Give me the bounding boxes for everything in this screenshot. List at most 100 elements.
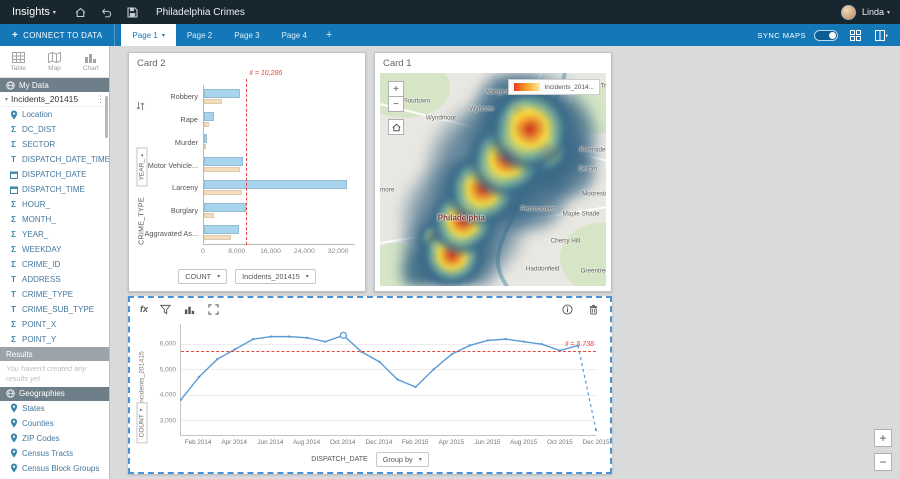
bar-row-murder[interactable] [204,130,355,153]
data-point[interactable] [450,353,453,356]
avatar[interactable] [840,4,856,20]
map-legend[interactable]: Incidents_2014... [508,79,600,95]
field-item-weekday[interactable]: Σ WEEKDAY [0,242,109,257]
data-point[interactable] [378,360,381,364]
line-chart-card[interactable]: fx Incidents_201415 COUNT ▾ 3,000 4,000 … [128,296,612,474]
field-item-dispatch-time[interactable]: DISPATCH_TIME [0,182,109,197]
dataset-item[interactable]: ▾ Incidents_201415 ⋮ [0,92,109,107]
bar-plot-area[interactable]: x̄ = 10,286 [203,70,355,245]
field-item-point-y[interactable]: Σ POINT_Y [0,332,109,347]
add-page-button[interactable]: + [318,24,340,46]
data-point[interactable] [522,340,526,343]
field-item-year[interactable]: Σ YEAR_ [0,227,109,242]
bar-row-larceny[interactable] [204,176,355,199]
sidebar-scrollbar[interactable] [105,96,108,138]
bar-series-2014[interactable] [204,179,347,189]
data-point[interactable] [306,336,309,340]
chart-button[interactable]: Chart [73,46,109,77]
count-dropdown[interactable]: COUNT ▾ [136,402,148,444]
chart-type-button[interactable] [182,302,196,316]
field-item-location[interactable]: Location [0,107,109,122]
field-item-dispatch-date[interactable]: DISPATCH_DATE [0,167,109,182]
field-item-hour[interactable]: Σ HOUR_ [0,197,109,212]
bar-series-2014[interactable] [204,134,207,144]
bar-row-rape[interactable] [204,108,355,131]
layout-view-button[interactable] [872,27,890,43]
bar-row-burglary[interactable] [204,199,355,222]
save-button[interactable] [120,0,146,24]
info-button[interactable] [560,302,574,316]
field-item-point-x[interactable]: Σ POINT_X [0,317,109,332]
map-card[interactable]: Card 1 + − Incidents_2014... FlourtownW [374,52,612,292]
sync-maps-toggle[interactable] [814,29,838,41]
subgroup-field-chip[interactable]: YEAR_ ▸ [136,147,148,187]
results-header[interactable]: Results [0,347,109,361]
line-plot-area[interactable]: x̄ = 5,738 [179,324,598,436]
bar-series-2014[interactable] [204,89,241,98]
data-point[interactable] [432,368,435,371]
tab-page-1[interactable]: Page 1 ▾ [121,24,176,46]
bar-series-2015[interactable] [204,212,215,218]
field-item-dispatch-date-time[interactable]: T DISPATCH_DATE_TIME [0,152,109,167]
geography-item-census-block-groups[interactable]: Census Block Groups [0,461,109,476]
bar-series-2015[interactable] [204,99,222,104]
geography-item-census-tracts[interactable]: Census Tracts [0,446,109,461]
geography-item-counties[interactable]: Counties [0,416,109,431]
data-point[interactable] [468,344,471,347]
map-zoom-in-button[interactable]: + [388,81,404,97]
highlighted-data-point[interactable] [339,331,348,340]
undo-button[interactable] [94,0,120,24]
my-data-header[interactable]: My Data [0,78,109,92]
user-menu[interactable]: Linda ▾ [862,7,890,17]
bar-row-robbery[interactable] [204,85,355,108]
bar-row-aggravated-as[interactable] [204,221,355,244]
map-button[interactable]: Map [36,46,72,77]
delete-button[interactable] [586,302,600,316]
function-button[interactable]: fx [140,304,148,314]
geography-item-zip-codes[interactable]: ZIP Codes [0,431,109,446]
data-point[interactable] [396,378,399,381]
count-dropdown[interactable]: COUNT ▾ [178,269,228,284]
bar-series-2014[interactable] [204,225,239,235]
data-point[interactable] [324,340,327,343]
bar-series-2014[interactable] [204,202,246,212]
expand-button[interactable] [206,302,220,316]
data-point[interactable] [288,335,291,338]
kebab-menu-icon[interactable]: ⋮ [96,94,105,105]
field-item-dc-dist[interactable]: Σ DC_DIST [0,122,109,137]
tab-page-3[interactable]: Page 3 [223,24,270,46]
data-point[interactable] [270,335,273,338]
app-menu[interactable]: Insights ▾ [0,0,68,24]
field-item-crime-type[interactable]: T CRIME_TYPE [0,287,109,302]
map-zoom-out-button[interactable]: − [388,96,404,112]
connect-to-data-button[interactable]: + CONNECT TO DATA [0,24,116,46]
geographies-header[interactable]: Geographies [0,386,109,401]
field-item-address[interactable]: T ADDRESS [0,272,109,287]
data-point[interactable] [414,385,417,389]
data-point[interactable] [215,358,219,361]
data-point[interactable] [486,339,489,342]
table-button[interactable]: Table [0,46,36,77]
home-button[interactable] [68,0,94,24]
bar-series-2014[interactable] [204,157,243,167]
workbook-canvas[interactable]: Card 2 YEAR_ ▸ CRIME_TYPE Robbery Rape Mur… [110,46,900,479]
bar-chart[interactable]: YEAR_ ▸ CRIME_TYPE Robbery Rape Murder Moto… [135,70,355,245]
map-home-button[interactable] [388,119,404,135]
data-point[interactable] [197,375,201,379]
tab-page-4[interactable]: Page 4 [271,24,318,46]
field-item-crime-sub-type[interactable]: T CRIME_SUB_TYPE [0,302,109,317]
bar-series-2015[interactable] [204,189,242,195]
data-point[interactable] [179,398,183,401]
bar-series-2015[interactable] [204,235,232,241]
swap-axes-icon[interactable] [136,101,145,111]
geography-item-states[interactable]: States [0,401,109,416]
bar-row-motor-vehicle[interactable] [204,153,355,176]
grid-view-button[interactable] [846,27,864,43]
data-point[interactable] [504,337,507,341]
data-point[interactable] [251,337,255,341]
filter-button[interactable] [158,302,172,316]
canvas-zoom-out-button[interactable]: − [874,453,892,471]
field-item-month[interactable]: Σ MONTH_ [0,212,109,227]
bar-series-2014[interactable] [204,111,214,121]
data-point[interactable] [540,342,544,346]
